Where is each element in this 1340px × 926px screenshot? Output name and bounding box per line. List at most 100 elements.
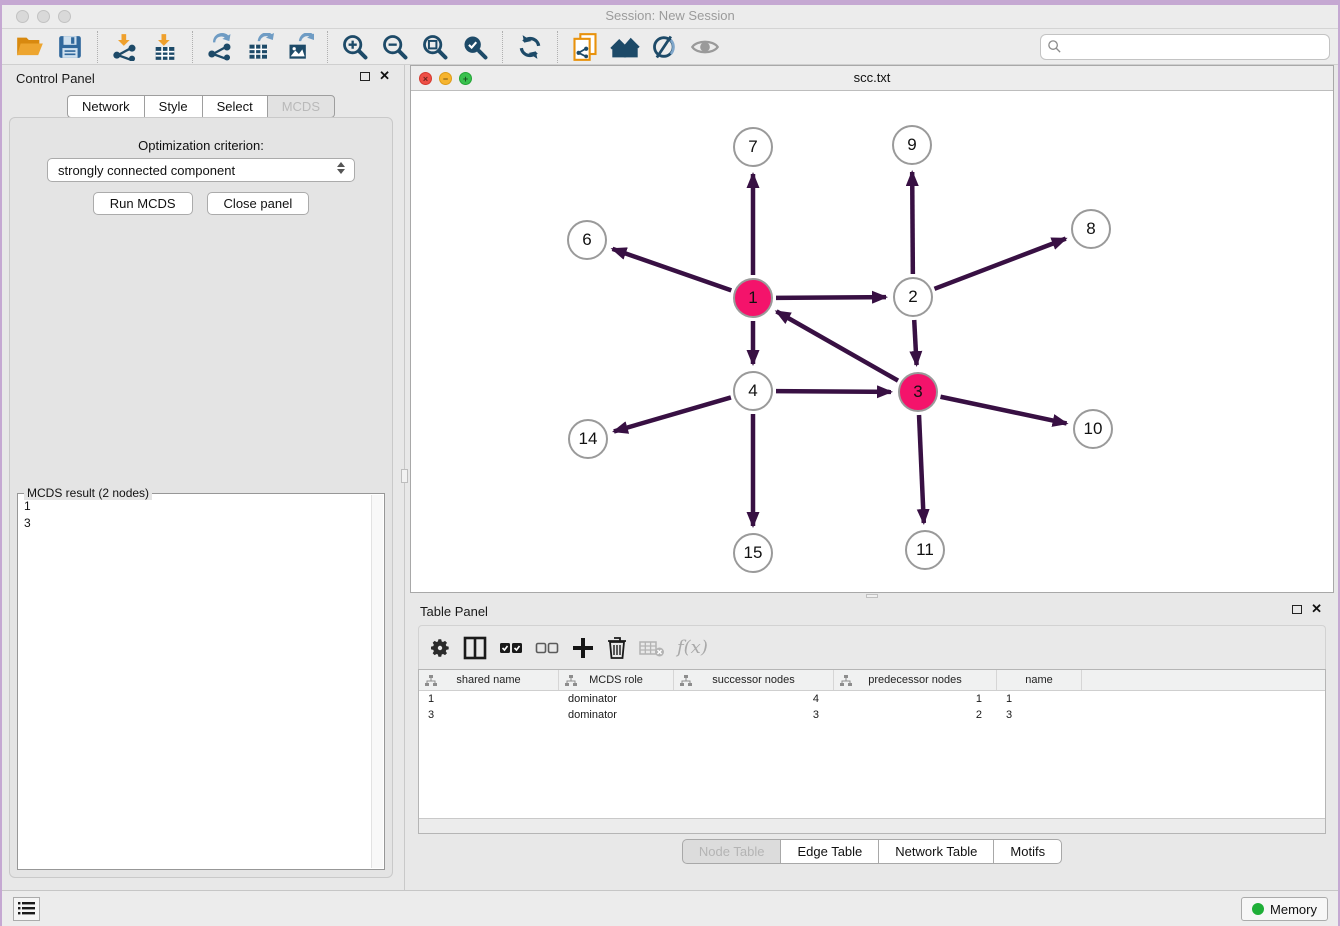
zoom-fit-icon[interactable] bbox=[419, 32, 451, 62]
main-toolbar bbox=[2, 29, 1338, 65]
tab-motifs[interactable]: Motifs bbox=[993, 839, 1062, 864]
graph-edge-4-14[interactable] bbox=[614, 397, 731, 431]
network-canvas[interactable]: 7 9 6 8 1 2 4 3 14 10 15 11 bbox=[411, 91, 1333, 592]
graph-edge-3-10[interactable] bbox=[941, 397, 1067, 424]
graph-edge-2-3[interactable] bbox=[914, 320, 916, 365]
memory-label: Memory bbox=[1270, 902, 1317, 917]
select-all-icon[interactable] bbox=[499, 633, 523, 663]
column-header-MCDS-role[interactable]: MCDS role bbox=[559, 670, 674, 690]
graph-edge-3-11[interactable] bbox=[919, 415, 924, 523]
open-folder-icon[interactable] bbox=[14, 32, 46, 62]
mcds-result-text[interactable]: 1 3 bbox=[20, 498, 370, 867]
network-window-title: scc.txt bbox=[411, 70, 1333, 85]
graph-node-10[interactable]: 10 bbox=[1073, 409, 1113, 449]
table-row[interactable]: 3dominator323 bbox=[419, 707, 1325, 723]
result-scrollbar[interactable] bbox=[371, 495, 383, 868]
home-icon[interactable] bbox=[609, 32, 641, 62]
graph-node-6[interactable]: 6 bbox=[567, 220, 607, 260]
graphics-details-icon[interactable] bbox=[649, 32, 681, 62]
graph-edge-1-2[interactable] bbox=[776, 297, 886, 298]
table-cell: 2 bbox=[834, 707, 997, 723]
column-header-predecessor-nodes[interactable]: predecessor nodes bbox=[834, 670, 997, 690]
graph-node-9[interactable]: 9 bbox=[892, 125, 932, 165]
graph-node-8[interactable]: 8 bbox=[1071, 209, 1111, 249]
float-panel-icon[interactable] bbox=[360, 72, 370, 81]
zoom-in-icon[interactable] bbox=[339, 32, 371, 62]
import-network-icon[interactable] bbox=[109, 32, 141, 62]
function-builder-icon[interactable]: f(x) bbox=[677, 633, 708, 663]
graph-node-11[interactable]: 11 bbox=[905, 530, 945, 570]
memory-button[interactable]: Memory bbox=[1241, 897, 1328, 921]
network-window-titlebar[interactable]: × − + scc.txt bbox=[411, 66, 1333, 91]
zoom-out-icon[interactable] bbox=[379, 32, 411, 62]
delete-icon[interactable] bbox=[607, 633, 627, 663]
splitter-grip[interactable] bbox=[401, 469, 408, 483]
import-table-icon[interactable] bbox=[149, 32, 181, 62]
refresh-layout-icon[interactable] bbox=[514, 32, 546, 62]
column-header-name[interactable]: name bbox=[997, 670, 1082, 690]
zoom-selected-icon[interactable] bbox=[459, 32, 491, 62]
export-table-icon[interactable] bbox=[244, 32, 276, 62]
delete-table-icon[interactable] bbox=[639, 633, 665, 663]
column-header-shared-name[interactable]: shared name bbox=[419, 670, 559, 690]
graph-edge-4-3[interactable] bbox=[776, 391, 891, 392]
graph-node-14[interactable]: 14 bbox=[568, 419, 608, 459]
export-image-icon[interactable] bbox=[284, 32, 316, 62]
close-panel-button[interactable]: Close panel bbox=[207, 192, 310, 215]
dropdown-stepper-icon bbox=[334, 162, 348, 174]
memory-status-icon bbox=[1252, 903, 1264, 915]
tab-network[interactable]: Network bbox=[67, 95, 144, 118]
table-cell: dominator bbox=[559, 691, 674, 707]
column-header-successor-nodes[interactable]: successor nodes bbox=[674, 670, 834, 690]
table-row[interactable]: 1dominator411 bbox=[419, 691, 1325, 707]
status-bar: Memory bbox=[2, 890, 1338, 926]
graph-node-3[interactable]: 3 bbox=[898, 372, 938, 412]
export-network-icon[interactable] bbox=[204, 32, 236, 62]
criterion-dropdown[interactable]: strongly connected component bbox=[47, 158, 355, 182]
window-title: Session: New Session bbox=[2, 8, 1338, 23]
tab-network-table[interactable]: Network Table bbox=[878, 839, 993, 864]
eye-icon[interactable] bbox=[689, 32, 721, 62]
toolbar-separator bbox=[97, 31, 98, 63]
split-column-icon[interactable] bbox=[463, 633, 487, 663]
vertical-splitter[interactable] bbox=[400, 65, 410, 890]
tab-select[interactable]: Select bbox=[202, 95, 267, 118]
tab-edge-table[interactable]: Edge Table bbox=[780, 839, 878, 864]
tab-node-table[interactable]: Node Table bbox=[682, 839, 781, 864]
title-bar: Session: New Session bbox=[2, 5, 1338, 29]
graph-node-7[interactable]: 7 bbox=[733, 127, 773, 167]
graph-node-4[interactable]: 4 bbox=[733, 371, 773, 411]
search-input[interactable] bbox=[1040, 34, 1330, 60]
table-cell: 3 bbox=[674, 707, 834, 723]
close-panel-icon[interactable]: ✕ bbox=[1311, 604, 1322, 614]
graph-edge-1-6[interactable] bbox=[612, 249, 731, 291]
deselect-all-icon[interactable] bbox=[535, 633, 559, 663]
close-panel-icon[interactable]: ✕ bbox=[379, 71, 390, 81]
control-panel-header: Control Panel ✕ bbox=[2, 65, 400, 91]
save-icon[interactable] bbox=[54, 32, 86, 62]
graph-edge-3-1[interactable] bbox=[776, 311, 898, 380]
graph-edge-2-8[interactable] bbox=[934, 239, 1065, 289]
graph-node-15[interactable]: 15 bbox=[733, 533, 773, 573]
graph-edge-2-9[interactable] bbox=[912, 172, 913, 274]
criterion-value: strongly connected component bbox=[58, 163, 235, 178]
table-horizontal-scrollbar[interactable] bbox=[419, 818, 1325, 833]
toolbar-separator bbox=[557, 31, 558, 63]
table-panel-title: Table Panel bbox=[420, 604, 488, 619]
graph-node-1[interactable]: 1 bbox=[733, 278, 773, 318]
tab-mcds[interactable]: MCDS bbox=[267, 95, 335, 118]
task-history-button[interactable] bbox=[13, 897, 40, 921]
splitter-grip[interactable] bbox=[866, 594, 878, 598]
add-icon[interactable] bbox=[571, 633, 595, 663]
optimization-criterion-label: Optimization criterion: bbox=[10, 138, 392, 153]
table-toolbar: f(x) bbox=[418, 625, 1326, 669]
graph-node-2[interactable]: 2 bbox=[893, 277, 933, 317]
table-body: 1dominator4113dominator323 bbox=[419, 691, 1325, 723]
table-cell: dominator bbox=[559, 707, 674, 723]
run-mcds-button[interactable]: Run MCDS bbox=[93, 192, 193, 215]
clone-network-icon[interactable] bbox=[569, 32, 601, 62]
float-panel-icon[interactable] bbox=[1292, 605, 1302, 614]
tab-style[interactable]: Style bbox=[144, 95, 202, 118]
gear-icon[interactable] bbox=[429, 633, 451, 663]
node-table: shared nameMCDS rolesuccessor nodesprede… bbox=[418, 669, 1326, 834]
